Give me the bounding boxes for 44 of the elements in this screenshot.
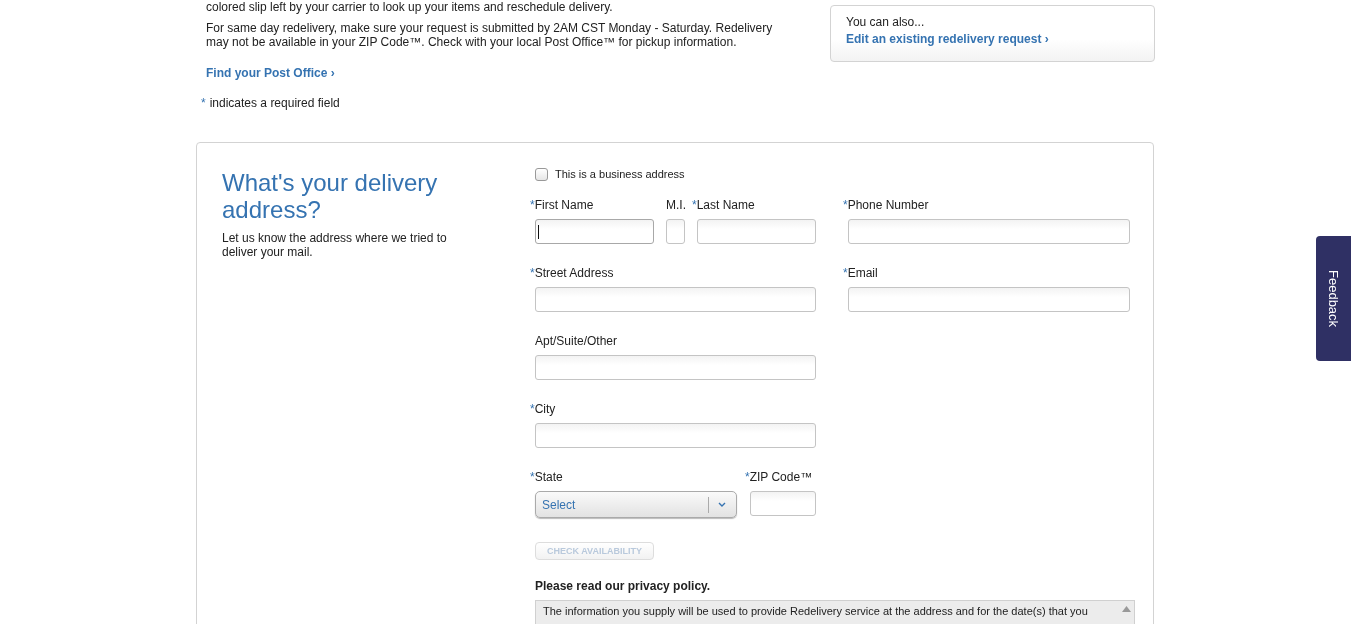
- state-select[interactable]: Select: [535, 491, 737, 518]
- field-label: City: [534, 402, 556, 416]
- side-box-lead: You can also...: [846, 15, 926, 29]
- required-asterisk: *: [530, 470, 535, 484]
- edit-redelivery-link[interactable]: Edit an existing redelivery request ›: [846, 32, 1049, 46]
- input-field[interactable]: [535, 287, 816, 312]
- input-field[interactable]: [750, 491, 816, 516]
- business-checkbox[interactable]: [535, 167, 548, 181]
- required-asterisk: *: [201, 96, 206, 110]
- field-label: Apt/Suite/Other: [535, 334, 618, 348]
- input-field[interactable]: [535, 355, 816, 380]
- field-label: Email: [847, 266, 878, 280]
- field-label: Street Address: [534, 266, 614, 280]
- field-label: State: [534, 470, 563, 484]
- scroll-up-icon[interactable]: [1122, 606, 1131, 612]
- form-subheading: Let us know the address where we tried to deliver your mail.: [222, 231, 448, 259]
- input-field[interactable]: [697, 219, 816, 244]
- feedback-tab[interactable]: Feedback: [1316, 236, 1351, 361]
- field-label: Phone Number: [847, 198, 929, 212]
- input-field[interactable]: [848, 219, 1130, 244]
- required-asterisk: *: [843, 198, 848, 212]
- field-label: First Name: [534, 198, 594, 212]
- required-asterisk: *: [843, 266, 848, 280]
- required-asterisk: *: [530, 266, 535, 280]
- required-note: indicates a required field: [209, 96, 340, 110]
- required-asterisk: *: [745, 470, 750, 484]
- business-checkbox-label: This is a business address: [555, 168, 685, 180]
- input-field[interactable]: [535, 423, 816, 448]
- info-paragraph: For same day redelivery, make sure your request is submitted by 2AM CST Monday - Saturday. Redelivery may not be available in your ZIP Code™. Check with your local Post Office™ for pickup information.: [206, 21, 774, 49]
- privacy-heading: Please read our privacy policy.: [535, 579, 712, 593]
- required-asterisk: *: [692, 198, 697, 212]
- input-field[interactable]: [535, 219, 654, 244]
- required-asterisk: *: [530, 198, 535, 212]
- input-field[interactable]: [848, 287, 1130, 312]
- field-label: Last Name: [696, 198, 755, 212]
- find-post-office-link[interactable]: Find your Post Office ›: [206, 66, 335, 80]
- required-asterisk: *: [530, 402, 535, 416]
- privacy-text: The information you supply will be used to provide Redelivery service at the address and for the date(s) that you: [543, 605, 1088, 617]
- field-label: ZIP Code™: [749, 470, 813, 484]
- field-label: M.I.: [666, 198, 686, 212]
- form-heading: What's your delivery address?: [222, 169, 439, 223]
- chevron-down-icon: [718, 502, 726, 507]
- info-paragraph: colored slip left by your carrier to look up your items and reschedule delivery.: [206, 0, 614, 14]
- input-field[interactable]: [666, 219, 685, 244]
